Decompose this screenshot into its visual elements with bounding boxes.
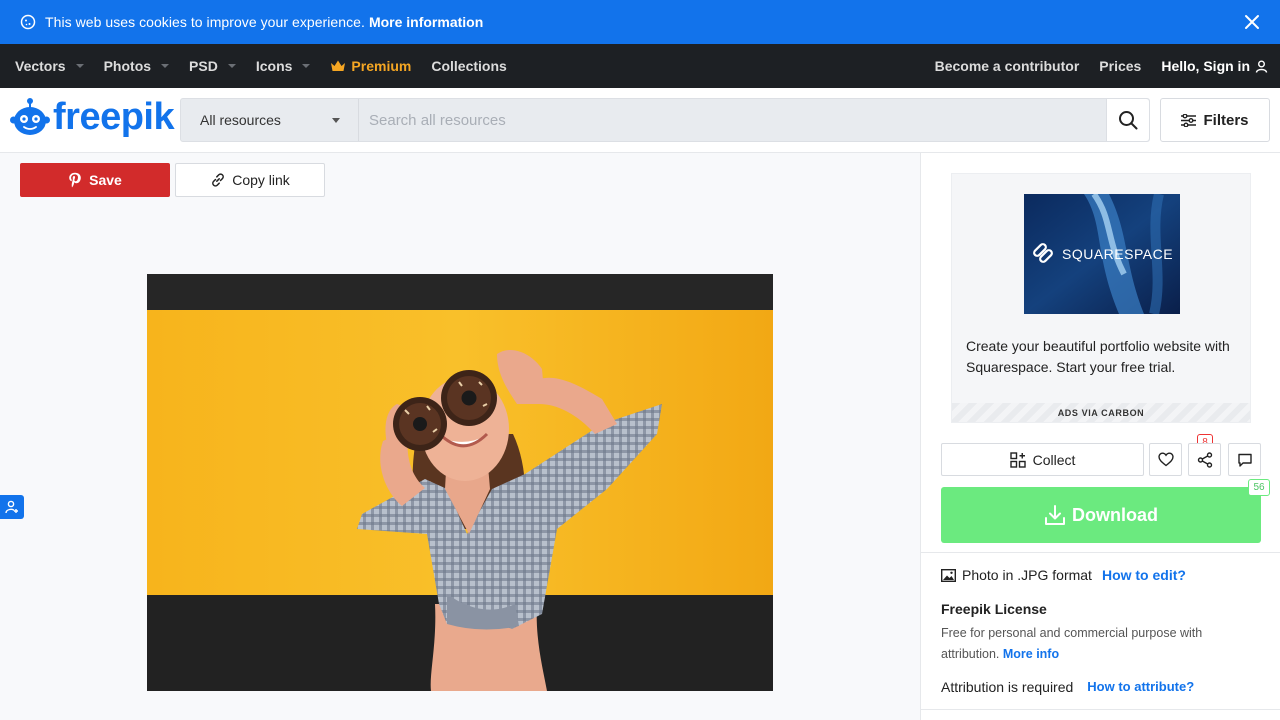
- nav-vectors-label: Vectors: [15, 58, 66, 74]
- caret-down-icon: [75, 64, 84, 68]
- caret-down-icon: [227, 64, 236, 68]
- search-bar: All resources: [180, 98, 1150, 142]
- download-label: Download: [1072, 504, 1158, 525]
- divider: [921, 552, 1280, 553]
- ad-image[interactable]: SQUARESPACE: [1024, 194, 1180, 314]
- nav-icons[interactable]: Icons: [256, 58, 311, 74]
- carbon-ad[interactable]: SQUARESPACE Create your beautiful portfo…: [951, 173, 1251, 423]
- download-count-badge: 56: [1248, 479, 1270, 496]
- copy-link-button[interactable]: Copy link: [175, 163, 325, 197]
- format-text: Photo in .JPG format: [962, 567, 1092, 583]
- nav-vectors[interactable]: Vectors: [15, 58, 84, 74]
- search-header: freepik All resources Filters: [0, 88, 1280, 153]
- image-icon: [941, 568, 956, 582]
- squarespace-ad-graphic: SQUARESPACE: [1024, 194, 1180, 314]
- license-description: Free for personal and commercial purpose…: [941, 623, 1231, 665]
- license-more-info-link[interactable]: More info: [1003, 647, 1059, 661]
- nav-prices-label: Prices: [1099, 58, 1142, 74]
- collect-button[interactable]: Collect: [941, 443, 1144, 476]
- resource-select-value: All resources: [200, 112, 281, 128]
- nav-prices[interactable]: Prices: [1099, 58, 1141, 74]
- main-photo: [147, 274, 773, 691]
- nav-sign-in[interactable]: Hello, Sign in: [1161, 58, 1268, 74]
- freepik-logo[interactable]: freepik: [10, 96, 175, 138]
- comment-icon: [1237, 453, 1252, 467]
- attribution-info: Attribution is required How to attribute…: [941, 679, 1194, 695]
- like-button[interactable]: [1149, 443, 1182, 476]
- user-plus-icon: [5, 500, 18, 514]
- nav-signin-label: Hello, Sign in: [1161, 58, 1250, 74]
- resource-actions: Collect 8: [941, 434, 1261, 476]
- cookie-more-info-link[interactable]: More information: [369, 14, 483, 30]
- top-navigation: Vectors Photos PSD Icons Premium Collect…: [0, 44, 1280, 88]
- nav-premium[interactable]: Premium: [330, 58, 411, 74]
- license-desc-text: Free for personal and commercial purpose…: [941, 626, 1203, 661]
- share-icon: [1197, 451, 1212, 468]
- search-icon: [1119, 111, 1138, 130]
- cookie-text: This web uses cookies to improve your ex…: [45, 14, 365, 30]
- nav-collections-label: Collections: [431, 58, 507, 74]
- ad-text[interactable]: Create your beautiful portfolio website …: [966, 336, 1238, 378]
- heart-icon: [1157, 452, 1174, 467]
- copy-link-label: Copy link: [232, 172, 290, 188]
- comment-button[interactable]: [1228, 443, 1261, 476]
- freepik-mascot-icon: [10, 98, 50, 135]
- collection-add-icon: [1009, 451, 1026, 468]
- nav-contributor-label: Become a contributor: [934, 58, 1080, 74]
- ads-via-carbon[interactable]: ADS VIA CARBON: [952, 403, 1250, 422]
- ad-brand-text: SQUARESPACE: [1062, 246, 1173, 262]
- chevron-down-icon: [332, 118, 340, 123]
- nav-photos-label: Photos: [103, 58, 152, 74]
- nav-psd-label: PSD: [189, 58, 218, 74]
- close-icon[interactable]: [1244, 14, 1260, 30]
- download-button[interactable]: Download: [941, 487, 1261, 543]
- side-feedback-tab[interactable]: [0, 495, 24, 519]
- photo-illustration: [147, 274, 773, 691]
- caret-down-icon: [302, 64, 311, 68]
- caret-down-icon: [161, 64, 170, 68]
- resource-sidebar: SQUARESPACE Create your beautiful portfo…: [920, 153, 1280, 720]
- search-button[interactable]: [1106, 99, 1149, 141]
- cookie-icon: [20, 14, 36, 30]
- nav-premium-label: Premium: [351, 58, 412, 74]
- pinterest-icon: [69, 172, 81, 188]
- link-icon: [212, 173, 225, 187]
- crown-icon: [331, 60, 346, 71]
- nav-photos[interactable]: Photos: [103, 58, 170, 74]
- license-title: Freepik License: [941, 601, 1047, 617]
- filters-label: Filters: [1203, 111, 1249, 129]
- nav-collections[interactable]: Collections: [431, 58, 506, 74]
- download-icon: [1045, 505, 1065, 525]
- nav-become-contributor[interactable]: Become a contributor: [935, 58, 1080, 74]
- logo-text: freepik: [53, 96, 175, 138]
- sliders-icon: [1181, 113, 1197, 127]
- pinterest-save-button[interactable]: Save: [20, 163, 170, 197]
- file-format-info: Photo in .JPG format How to edit?: [941, 567, 1186, 583]
- filters-button[interactable]: Filters: [1160, 98, 1270, 142]
- attribution-text: Attribution is required: [941, 679, 1074, 695]
- search-input[interactable]: [359, 99, 1106, 141]
- resource-type-select[interactable]: All resources: [181, 99, 359, 141]
- collect-label: Collect: [1032, 451, 1076, 468]
- nav-psd[interactable]: PSD: [189, 58, 236, 74]
- save-label: Save: [89, 172, 122, 188]
- share-button[interactable]: [1188, 443, 1221, 476]
- divider: [921, 709, 1280, 710]
- how-to-edit-link[interactable]: How to edit?: [1102, 567, 1186, 583]
- user-icon: [1255, 60, 1268, 73]
- nav-icons-label: Icons: [255, 58, 293, 74]
- how-to-attribute-link[interactable]: How to attribute?: [1087, 679, 1194, 695]
- cookie-banner: This web uses cookies to improve your ex…: [0, 0, 1280, 44]
